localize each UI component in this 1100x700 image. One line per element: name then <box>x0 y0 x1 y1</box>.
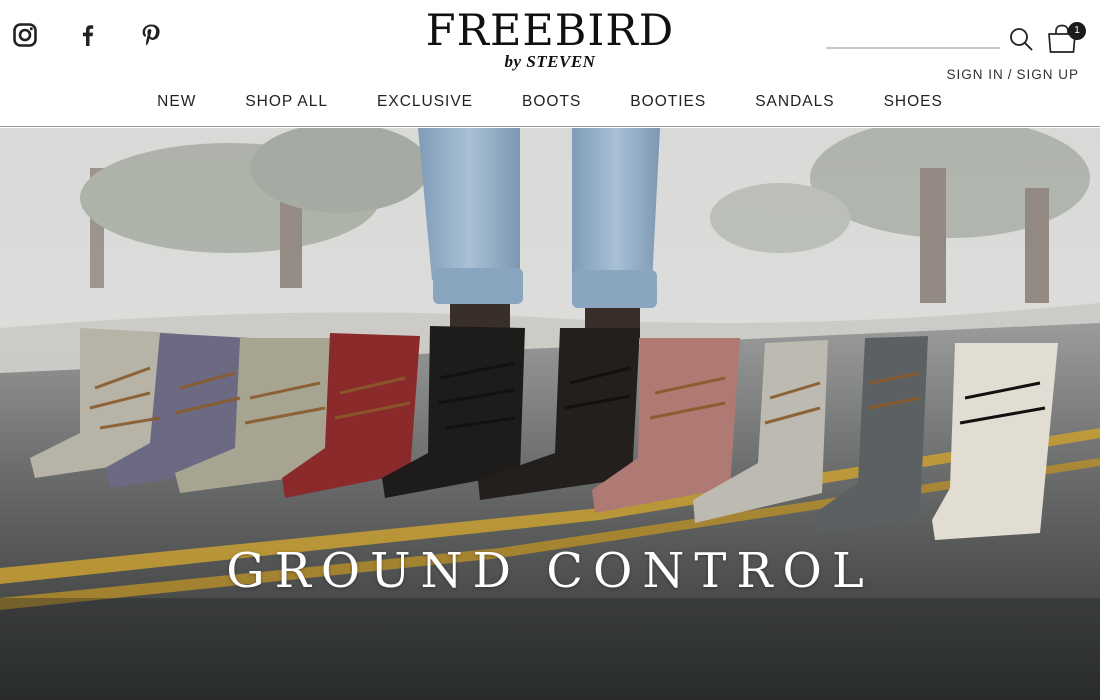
hero-title: GROUND CONTROL <box>226 543 874 599</box>
account-links: SIGN IN / SIGN UP <box>946 67 1079 82</box>
nav-item-boots[interactable]: BOOTS <box>522 93 581 111</box>
nav-item-shoes[interactable]: SHOES <box>884 93 943 111</box>
sign-in-link[interactable]: SIGN IN <box>946 67 1003 82</box>
brand-sub: by STEVEN <box>504 52 596 71</box>
search-underline <box>826 47 1000 49</box>
site-header: FREEBIRD by STEVEN 1 SIGN IN / SIGN UP N… <box>0 0 1100 127</box>
search-icon[interactable] <box>1008 26 1034 52</box>
hero-image <box>0 128 1100 700</box>
search-input[interactable] <box>826 26 1000 46</box>
main-nav: NEW SHOP ALL EXCLUSIVE BOOTS BOOTIES SAN… <box>0 93 1100 111</box>
nav-item-exclusive[interactable]: EXCLUSIVE <box>377 93 473 111</box>
nav-item-shop-all[interactable]: SHOP ALL <box>245 93 328 111</box>
nav-item-new[interactable]: NEW <box>157 93 196 111</box>
nav-item-sandals[interactable]: SANDALS <box>755 93 834 111</box>
cart-count-badge: 1 <box>1068 22 1086 40</box>
hero-banner[interactable]: GROUND CONTROL <box>0 128 1100 700</box>
sign-up-link[interactable]: SIGN UP <box>1016 67 1079 82</box>
nav-item-booties[interactable]: BOOTIES <box>630 93 706 111</box>
account-separator: / <box>1007 67 1013 82</box>
